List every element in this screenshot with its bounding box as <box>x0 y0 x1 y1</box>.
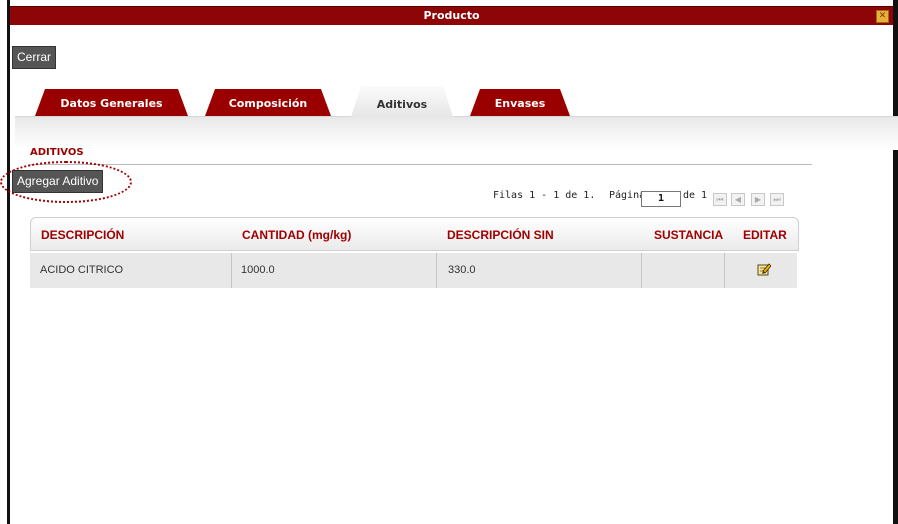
tab-datos-generales[interactable]: Datos Generales <box>35 89 188 116</box>
first-page-icon[interactable]: ⏮ <box>713 193 727 206</box>
cell-descripcion: ACIDO CITRICO <box>40 264 124 276</box>
cell-cantidad: 1000.0 <box>241 264 275 276</box>
tab-composicion[interactable]: Composición <box>205 89 331 116</box>
section-title: ADITIVOS <box>30 147 84 158</box>
page-input[interactable]: 1 <box>641 191 681 207</box>
close-window-icon[interactable]: ✕ <box>876 10 889 23</box>
next-page-icon[interactable]: ▶ <box>751 193 765 206</box>
window-right-border <box>893 0 898 524</box>
section-divider <box>30 164 812 165</box>
cell-descripcion-sin: 330.0 <box>448 264 476 276</box>
table-header: DESCRIPCIÓN CANTIDAD (mg/kg) DESCRIPCIÓN… <box>30 217 799 251</box>
outer-margin <box>0 0 7 524</box>
tab-strip <box>15 116 898 150</box>
prev-page-icon[interactable]: ◀ <box>731 193 745 206</box>
highlight-annotation <box>0 161 132 203</box>
column-divider <box>231 253 232 288</box>
table-row: ACIDO CITRICO 1000.0 330.0 <box>30 253 797 288</box>
close-button[interactable]: Cerrar <box>12 46 57 69</box>
column-divider <box>641 253 642 288</box>
window-titlebar: Producto ✕ <box>10 6 893 25</box>
rows-info: Filas 1 - 1 de 1. <box>493 190 596 201</box>
column-header-sustancia[interactable]: SUSTANCIA <box>654 218 723 252</box>
window-left-border <box>7 0 10 524</box>
tab-label: Aditivos <box>376 98 428 111</box>
edit-icon[interactable] <box>757 262 771 276</box>
tab-label: Datos Generales <box>60 97 163 110</box>
last-page-icon[interactable]: ⏭ <box>770 193 784 206</box>
column-header-cantidad[interactable]: CANTIDAD (mg/kg) <box>242 218 351 252</box>
column-header-descripcion-sin[interactable]: DESCRIPCIÓN SIN <box>447 218 554 252</box>
tab-label: Envases <box>494 97 546 110</box>
page-of-label: de 1 <box>683 190 708 201</box>
window-title: Producto <box>423 9 480 22</box>
tab-aditivos[interactable]: Aditivos <box>351 86 453 117</box>
tab-envases[interactable]: Envases <box>470 89 570 116</box>
column-header-descripcion[interactable]: DESCRIPCIÓN <box>41 218 124 252</box>
column-header-editar: EDITAR <box>743 228 787 242</box>
column-divider <box>724 253 725 288</box>
tab-label: Composición <box>228 97 308 110</box>
column-divider <box>436 253 437 288</box>
page-label: Página <box>609 190 646 201</box>
